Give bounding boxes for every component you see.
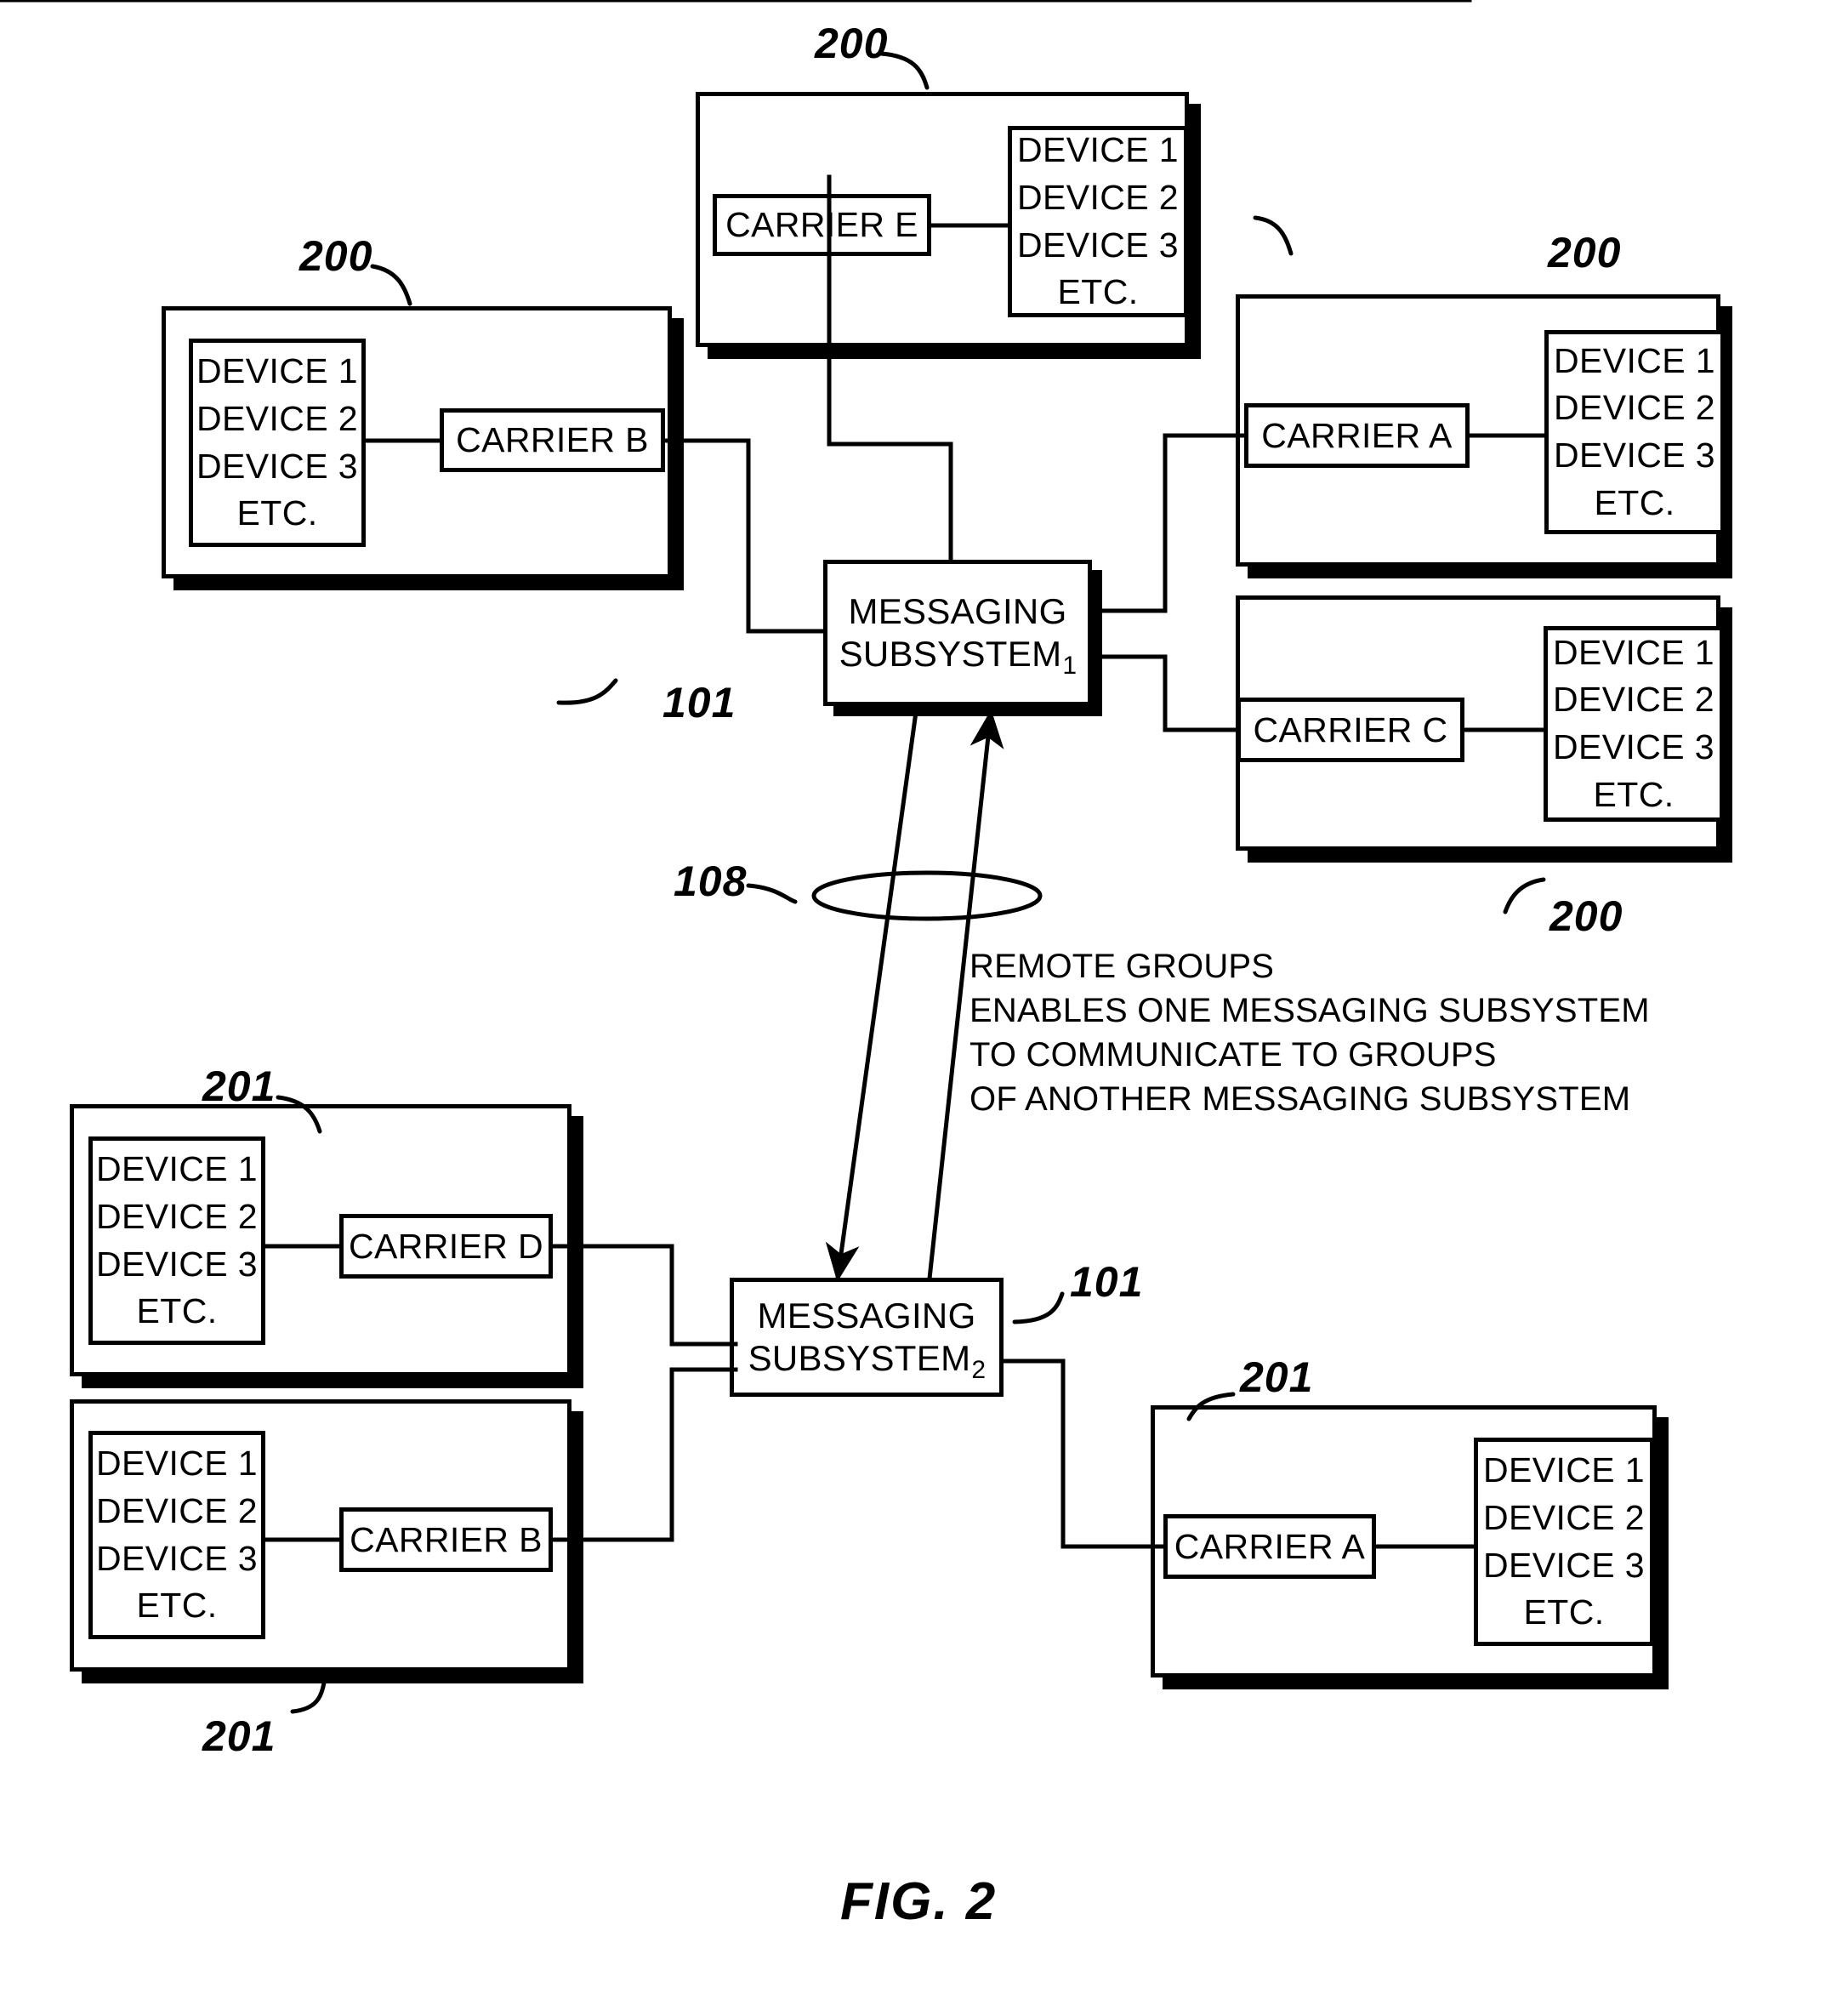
- device-list-item: DEVICE 1: [95, 1444, 259, 1483]
- device-list-item: DEVICE 3: [1553, 436, 1716, 475]
- device-list-item: ETC.: [236, 493, 318, 533]
- device-list-item: DEVICE 3: [1016, 225, 1180, 265]
- device-list-bottom-right: DEVICE 1 DEVICE 2 DEVICE 3 ETC.: [1474, 1438, 1654, 1646]
- device-list-item: ETC.: [1593, 774, 1675, 814]
- device-list-item: DEVICE 2: [1552, 680, 1715, 720]
- messaging-subsystem-2-subscript: 2: [971, 1356, 987, 1384]
- device-list-item: DEVICE 2: [95, 1490, 259, 1530]
- carrier-box-b-top-left: CARRIER B: [440, 408, 665, 472]
- device-list-right-lower: DEVICE 1 DEVICE 2 DEVICE 3 ETC.: [1544, 626, 1724, 822]
- reference-numeral-200-right-lower: 200: [1549, 892, 1623, 940]
- annotation-line-4: OF ANOTHER MESSAGING SUBSYSTEM: [969, 1080, 1631, 1118]
- device-list-item: ETC.: [1523, 1592, 1605, 1632]
- device-list-item: DEVICE 2: [1553, 388, 1716, 428]
- messaging-subsystem-1-subscript: 1: [1062, 652, 1078, 680]
- messaging-subsystem-2-box: MESSAGING SUBSYSTEM2: [730, 1278, 1004, 1397]
- messaging-subsystem-2-word: SUBSYSTEM: [748, 1338, 971, 1378]
- messaging-subsystem-1-word: SUBSYSTEM: [839, 634, 1062, 674]
- device-list-bottom-left-upper: DEVICE 1 DEVICE 2 DEVICE 3 ETC.: [88, 1136, 265, 1345]
- device-list-item: DEVICE 3: [95, 1538, 259, 1578]
- annotation-line-2: ENABLES ONE MESSAGING SUBSYSTEM: [969, 992, 1650, 1029]
- annotation-line-1: REMOTE GROUPS: [969, 948, 1275, 985]
- carrier-box-b-bottom-left: CARRIER B: [339, 1507, 553, 1572]
- messaging-subsystem-2-line1: MESSAGING: [757, 1296, 976, 1336]
- device-list-item: DEVICE 1: [1016, 130, 1180, 169]
- reference-numeral-201-bottom-left-upper: 201: [202, 1062, 276, 1110]
- reference-numeral-200-right-upper: 200: [1548, 229, 1622, 276]
- messaging-subsystem-1-box: MESSAGING SUBSYSTEM1: [823, 560, 1092, 706]
- device-list-item: DEVICE 2: [1482, 1497, 1646, 1537]
- remote-groups-annotation: REMOTE GROUPS ENABLES ONE MESSAGING SUBS…: [969, 944, 1650, 1121]
- device-list-item: ETC.: [1594, 482, 1675, 522]
- device-list-item: DEVICE 2: [1016, 177, 1180, 217]
- carrier-box-e-top-center: CARRIER E: [713, 194, 931, 256]
- device-list-item: DEVICE 2: [196, 398, 359, 438]
- device-list-item: DEVICE 1: [95, 1149, 259, 1188]
- device-list-item: DEVICE 1: [1482, 1450, 1646, 1490]
- device-list-item: DEVICE 3: [95, 1244, 259, 1284]
- device-list-item: DEVICE 3: [196, 446, 359, 486]
- device-list-item: DEVICE 1: [1552, 632, 1715, 672]
- reference-numeral-101-lower: 101: [1070, 1258, 1144, 1306]
- reference-numeral-201-bottom-right: 201: [1240, 1353, 1314, 1401]
- reference-numeral-101-upper: 101: [662, 679, 736, 726]
- reference-numeral-200-top-left: 200: [299, 232, 373, 280]
- device-list-bottom-left-lower: DEVICE 1 DEVICE 2 DEVICE 3 ETC.: [88, 1431, 265, 1639]
- carrier-box-c-right-lower: CARRIER C: [1237, 698, 1464, 762]
- reference-numeral-108: 108: [674, 857, 748, 905]
- device-list-item: ETC.: [136, 1586, 218, 1626]
- device-list-item: DEVICE 3: [1552, 727, 1715, 766]
- device-list-top-left: DEVICE 1 DEVICE 2 DEVICE 3 ETC.: [189, 339, 366, 547]
- device-list-item: DEVICE 2: [95, 1196, 259, 1236]
- carrier-box-d-bottom-left: CARRIER D: [339, 1214, 553, 1279]
- reference-numeral-200-top-center: 200: [815, 20, 889, 67]
- device-list-item: ETC.: [1057, 272, 1139, 312]
- device-list-item: ETC.: [136, 1291, 218, 1331]
- messaging-subsystem-2-line2: SUBSYSTEM2: [748, 1337, 986, 1384]
- device-list-item: DEVICE 1: [1553, 340, 1716, 380]
- figure-canvas: DEVICE 1 DEVICE 2 DEVICE 3 ETC. CARRIER …: [0, 0, 1848, 2005]
- carrier-box-a-right-upper: CARRIER A: [1244, 403, 1470, 468]
- carrier-box-a-bottom-right: CARRIER A: [1163, 1514, 1376, 1579]
- figure-caption: FIG. 2: [840, 1872, 998, 1931]
- messaging-subsystem-1-line1: MESSAGING: [848, 591, 1067, 632]
- device-list-top-center: DEVICE 1 DEVICE 2 DEVICE 3 ETC.: [1008, 126, 1188, 317]
- annotation-line-3: TO COMMUNICATE TO GROUPS: [969, 1036, 1497, 1074]
- device-list-item: DEVICE 3: [1482, 1545, 1646, 1585]
- reference-numeral-201-bottom-left-lower: 201: [202, 1712, 276, 1760]
- device-list-item: DEVICE 1: [196, 351, 359, 390]
- device-list-right-upper: DEVICE 1 DEVICE 2 DEVICE 3 ETC.: [1544, 330, 1725, 534]
- messaging-subsystem-1-line2: SUBSYSTEM1: [839, 633, 1077, 680]
